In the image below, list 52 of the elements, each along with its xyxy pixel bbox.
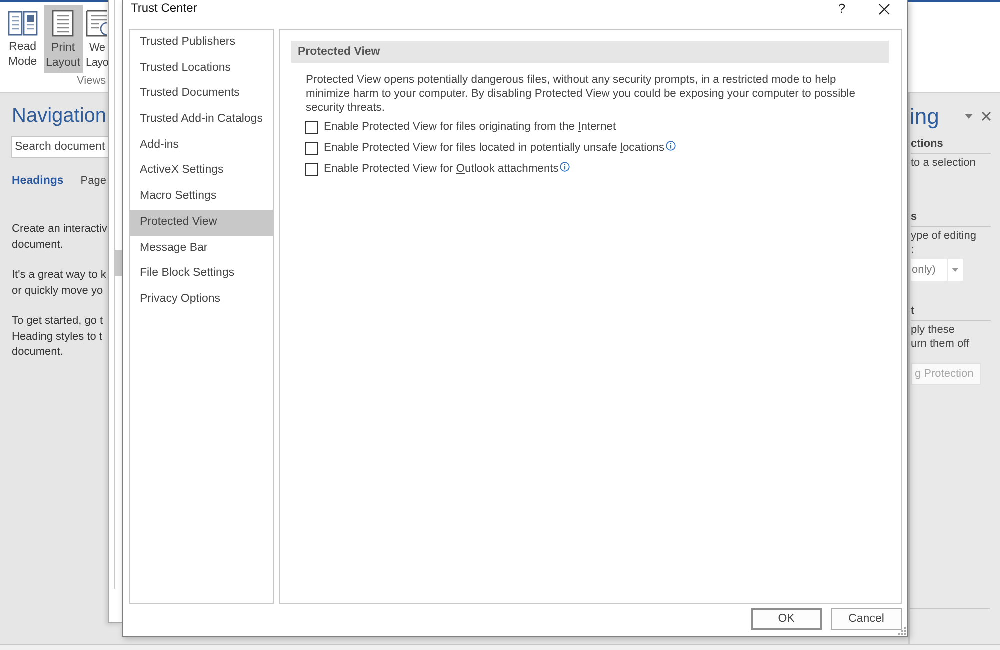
window-title: Trust Center <box>131 1 198 15</box>
view-mode-button[interactable]: We Layo <box>85 5 108 73</box>
resize-grip-icon[interactable] <box>898 627 906 635</box>
open-book-icon <box>8 10 38 36</box>
description-text: Protected View opens potentially dangerous files, without any security prompts, in a restricted mode to help minimize harm to your computer. By disabling Protected View you could be exposing your computer to possible security threats. <box>306 73 857 115</box>
section-text: to a selection <box>911 156 977 170</box>
caret-icon[interactable] <box>965 114 974 118</box>
checkbox-label[interactable]: Enable Protected View for Outlook attachments <box>324 162 559 176</box>
section-text: ply these urn them off <box>911 323 970 351</box>
pane-title: Navigation <box>12 104 108 128</box>
category-item[interactable]: Trusted Documents <box>130 81 273 108</box>
category-item[interactable]: Trusted Add-in Catalogs <box>130 107 273 133</box>
help-text: It's a great way to k or quickly move yo <box>12 268 108 298</box>
dialog-button[interactable]: Cancel <box>831 608 902 630</box>
info-icon[interactable] <box>560 162 570 172</box>
close-icon <box>878 4 890 14</box>
checkbox-label[interactable]: Enable Protected View for files originating from the Internet <box>324 120 616 134</box>
pane-tab[interactable]: Page <box>80 173 106 189</box>
category-item[interactable]: Message Bar <box>130 236 273 262</box>
help-text: Create an interactiv document. <box>12 222 108 252</box>
section-heading: s <box>911 210 918 224</box>
caret-icon <box>952 268 959 272</box>
category-item[interactable]: ActiveX Settings <box>130 158 273 184</box>
category-item[interactable]: Protected View <box>130 210 273 236</box>
dialog-button[interactable]: OK <box>751 608 822 630</box>
category-item[interactable]: Add-ins <box>130 132 273 158</box>
category-item[interactable]: Macro Settings <box>130 184 273 210</box>
pane-tab[interactable]: Headings <box>12 173 64 189</box>
section-heading: ctions <box>911 137 944 151</box>
category-item[interactable]: Trusted Locations <box>130 56 273 82</box>
checkbox[interactable] <box>305 162 318 176</box>
view-mode-button[interactable]: Print Layout <box>44 5 83 73</box>
search-field[interactable]: Search document <box>11 136 108 158</box>
checkbox[interactable] <box>305 142 318 154</box>
dropdown[interactable]: only) <box>911 259 947 281</box>
section-text: ype of editing : <box>911 229 978 257</box>
page-icon <box>52 10 74 37</box>
section-header: Protected View <box>291 41 889 63</box>
group-label: Views <box>77 75 106 88</box>
view-mode-button[interactable]: Read Mode <box>5 5 41 73</box>
category-item[interactable]: File Block Settings <box>130 261 273 287</box>
category-item[interactable]: Privacy Options <box>130 286 273 313</box>
help-text: To get started, go t Heading styles to t document. <box>12 314 104 360</box>
section-heading: t <box>911 304 915 318</box>
dropdown-button[interactable] <box>948 259 963 281</box>
checkbox-label[interactable]: Enable Protected View for files located in potentially unsafe locations <box>324 141 665 155</box>
close-icon[interactable] <box>982 112 992 120</box>
checkbox[interactable] <box>305 120 318 134</box>
pane-title: ing <box>910 104 940 130</box>
category-item[interactable]: Trusted Publishers <box>130 30 273 56</box>
help-button[interactable]: ? <box>829 0 855 18</box>
info-icon[interactable] <box>666 140 676 150</box>
